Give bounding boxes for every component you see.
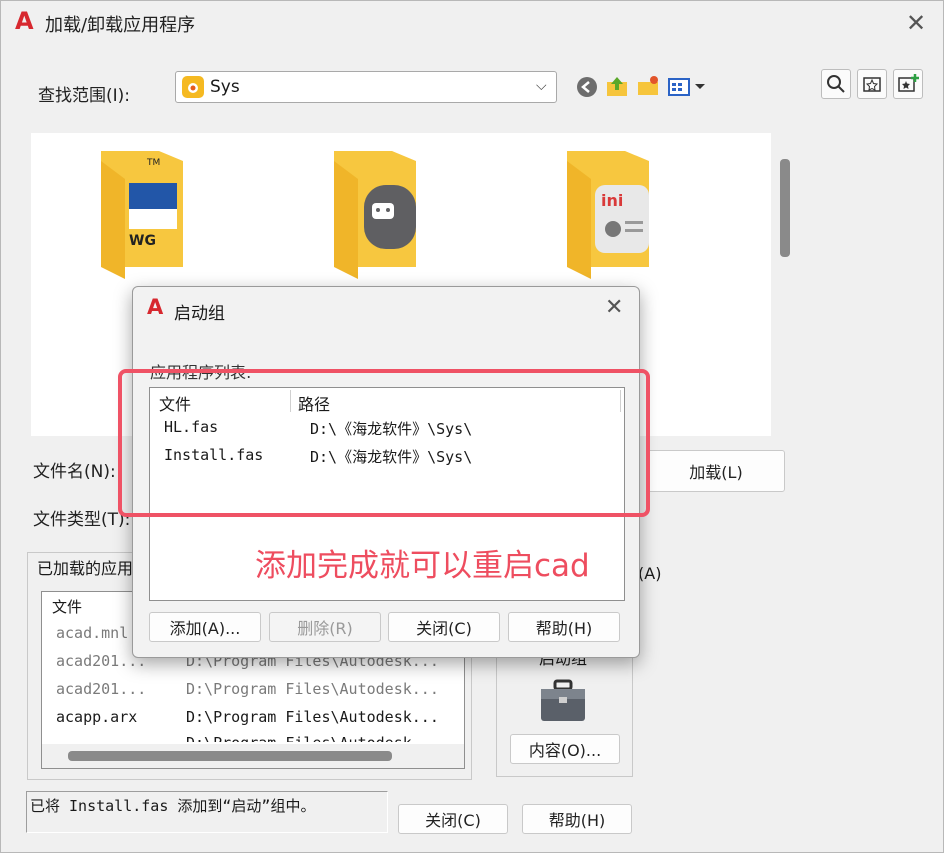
svg-text:TM: TM xyxy=(146,158,160,168)
list-item-path[interactable]: D:\Program Files\Autodesk... xyxy=(186,734,438,742)
favorites-folder-icon[interactable] xyxy=(857,69,887,99)
status-text: 已将 Install.fas 添加到“启动”组中。 xyxy=(30,797,316,815)
list-item-path[interactable]: D:\Program Files\Autodesk... xyxy=(186,680,439,698)
dialog-close-icon[interactable]: ✕ xyxy=(605,295,623,320)
horizontal-scrollbar[interactable] xyxy=(42,744,464,768)
lookin-label: 查找范围(I): xyxy=(38,86,131,106)
lookin-value: Sys xyxy=(210,77,240,97)
list-item-file[interactable]: acapp.arx xyxy=(56,708,137,726)
ini-folder-icon[interactable]: ini xyxy=(565,149,651,279)
col-file-header: 文件 xyxy=(52,598,83,616)
loaded-apps-label: 已加载的应用 xyxy=(35,555,136,579)
autocad-logo-icon: A xyxy=(147,295,164,319)
close-icon[interactable]: ✕ xyxy=(906,9,926,37)
filetype-label: 文件类型(T): xyxy=(33,510,131,530)
dialog-close-button[interactable]: 关闭(C) xyxy=(388,612,500,642)
up-folder-icon[interactable] xyxy=(605,74,629,98)
filename-label: 文件名(N): xyxy=(33,462,116,482)
a-label: (A) xyxy=(638,564,662,583)
status-box: 已将 Install.fas 添加到“启动”组中。 xyxy=(26,791,388,833)
list-item-file[interactable]: acad201... xyxy=(56,680,146,698)
dialog-title: 启动组 xyxy=(174,304,225,324)
close-button[interactable]: 关闭(C) xyxy=(398,804,508,834)
lookin-combo[interactable]: Sys ⌵ xyxy=(175,71,557,103)
new-folder-icon[interactable] xyxy=(636,74,660,98)
add-favorites-icon[interactable] xyxy=(893,69,923,99)
sys-folder-icon xyxy=(182,76,204,98)
briefcase-icon xyxy=(539,679,587,727)
add-button[interactable]: 添加(A)... xyxy=(149,612,261,642)
dwg-folder-icon[interactable]: TM WG xyxy=(99,149,185,279)
back-icon[interactable] xyxy=(575,75,599,99)
chevron-down-icon: ⌵ xyxy=(536,78,547,94)
highlight-box xyxy=(118,369,650,517)
find-file-icon[interactable] xyxy=(821,69,851,99)
window-title: 加载/卸载应用程序 xyxy=(45,15,196,36)
views-icon[interactable] xyxy=(667,75,709,99)
list-item-path[interactable]: D:\Program Files\Autodesk... xyxy=(186,708,439,726)
scrollbar-thumb[interactable] xyxy=(68,751,392,761)
list-item-file[interactable]: acad.mnl xyxy=(56,624,128,642)
ini-badge: ini xyxy=(601,191,624,210)
file-browser-scrollbar[interactable] xyxy=(780,159,790,257)
autocad-logo-icon: A xyxy=(15,7,34,35)
annotation-text: 添加完成就可以重启cad xyxy=(255,548,590,584)
help-button[interactable]: 帮助(H) xyxy=(522,804,632,834)
contents-button[interactable]: 内容(O)... xyxy=(510,734,620,764)
app-folder-icon[interactable] xyxy=(332,149,418,279)
remove-button[interactable]: 删除(R) xyxy=(269,612,381,642)
dwg-badge: WG xyxy=(129,233,156,249)
clipped-row: D:\Program Files\Autodesk... xyxy=(42,730,438,742)
load-button[interactable]: 加载(L) xyxy=(647,450,785,492)
dialog-help-button[interactable]: 帮助(H) xyxy=(508,612,620,642)
